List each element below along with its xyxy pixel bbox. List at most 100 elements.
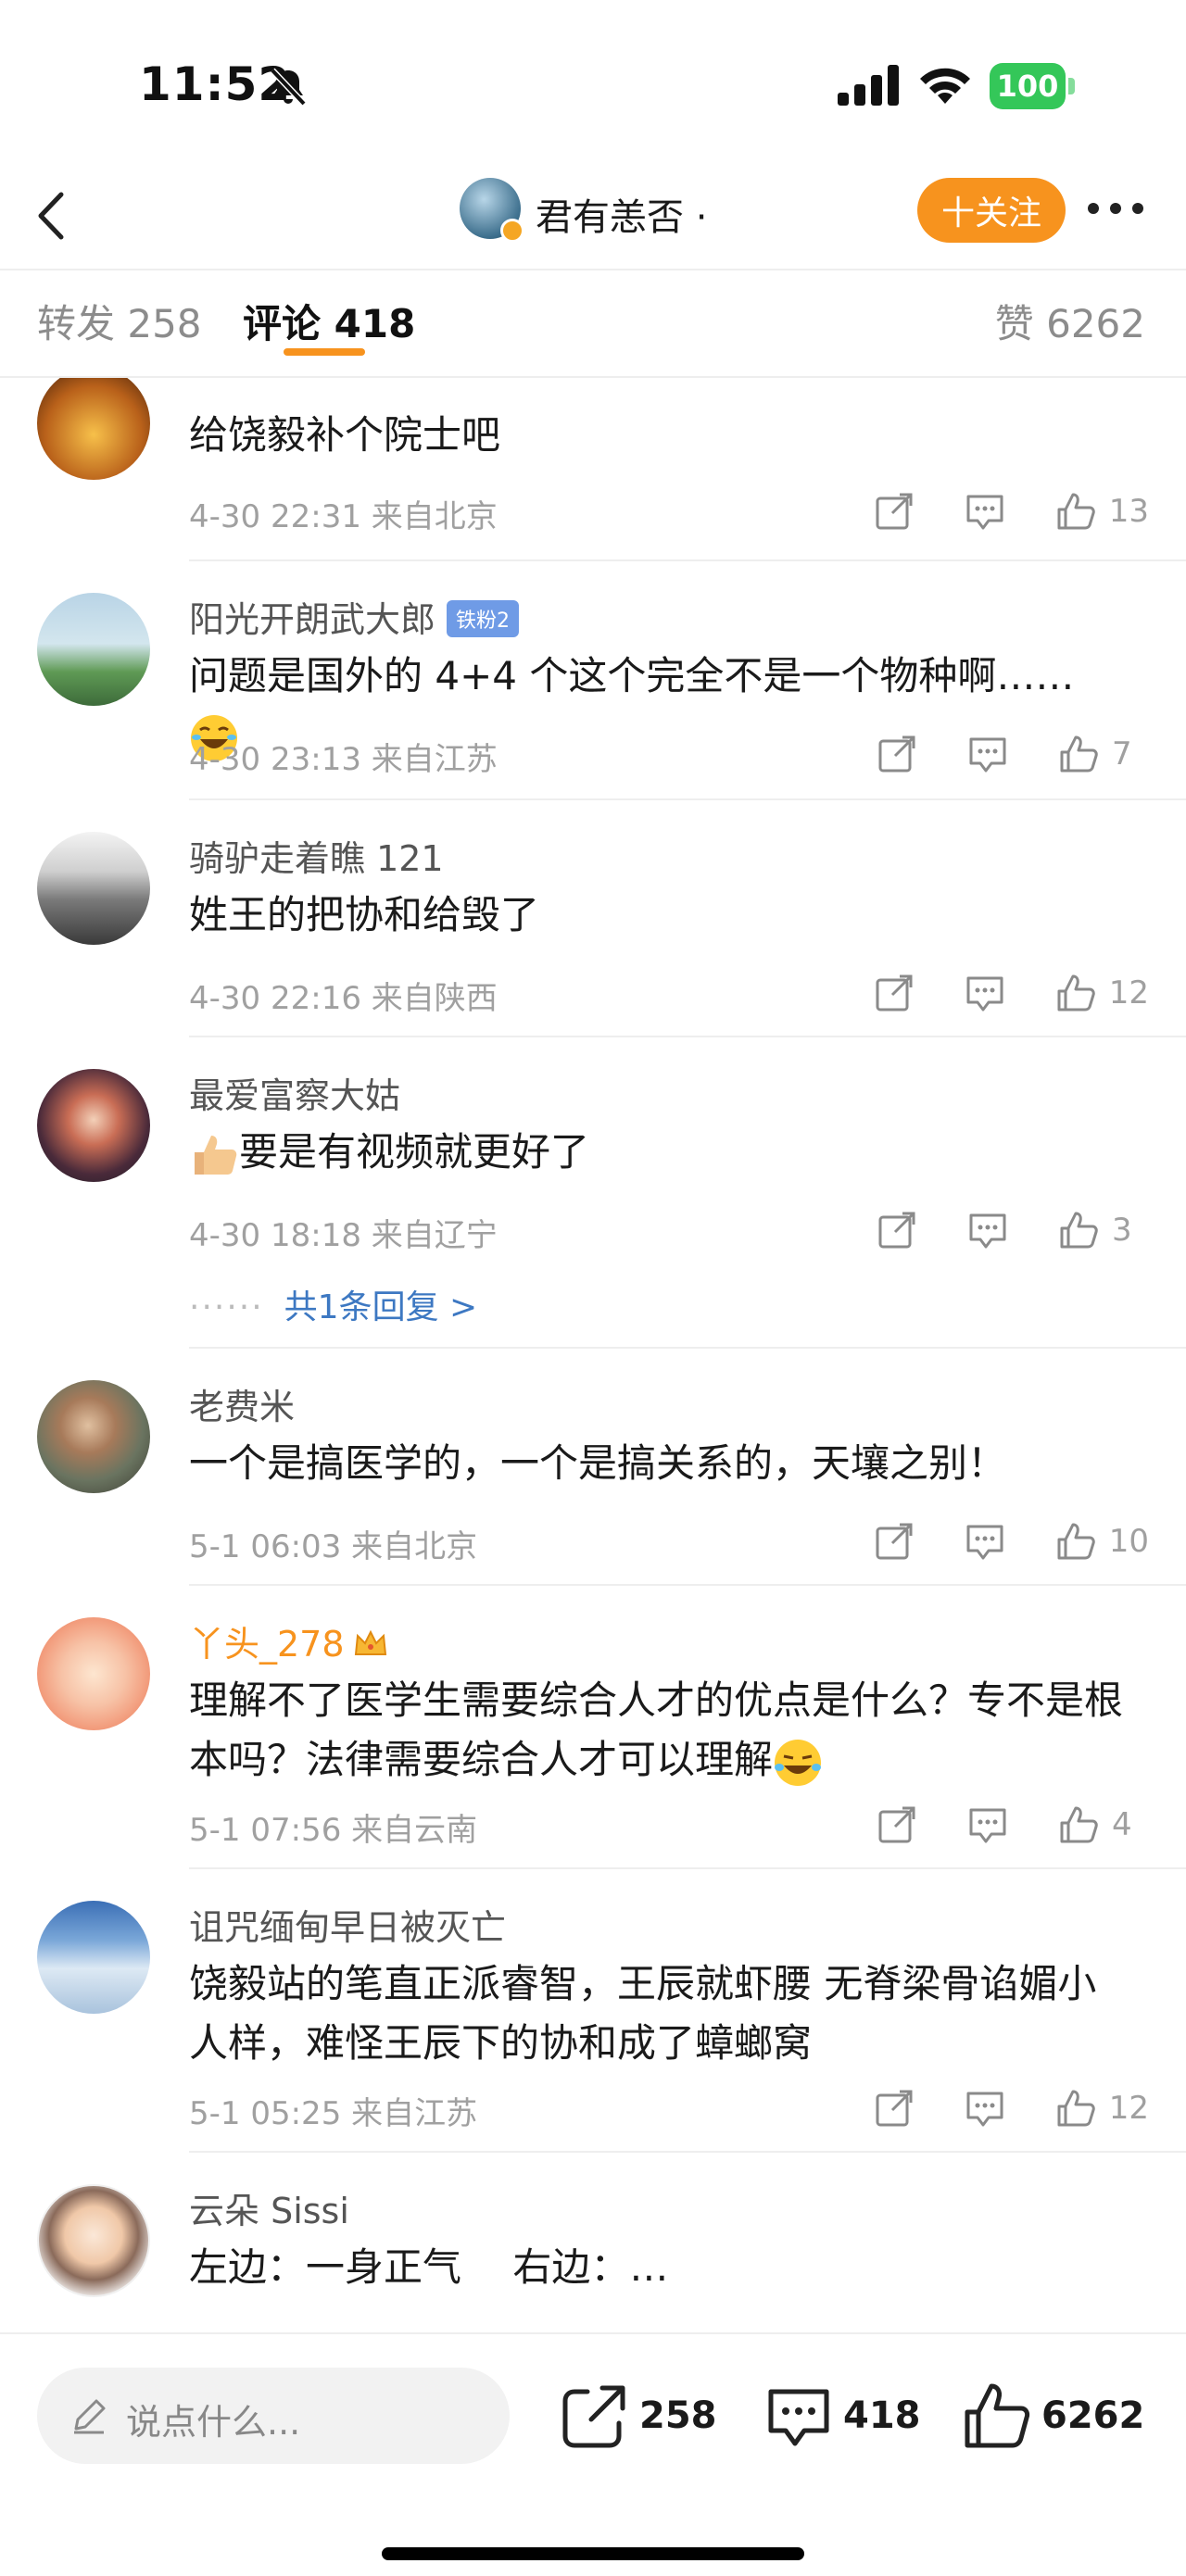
- tab-like[interactable]: 赞 6262: [995, 293, 1145, 349]
- comment-item: 诅咒缅甸早日被灭亡 饶毅站的笔直正派睿智，王辰就虾腰 无脊梁骨谄媚小人样，难怪王…: [0, 1869, 1186, 2153]
- comment-meta: 4-30 22:16 来自陕西: [189, 980, 498, 1017]
- home-indicator: [382, 2547, 804, 2560]
- reply-icon[interactable]: [967, 1210, 1008, 1250]
- share-icon[interactable]: [874, 973, 915, 1013]
- thumbs-up-icon[interactable]: [1058, 1210, 1099, 1250]
- like-count: 7: [1112, 735, 1132, 773]
- author-name[interactable]: 君有恙否 ·: [536, 187, 707, 241]
- thumbs-up-icon[interactable]: [1055, 491, 1096, 532]
- comment-text: 理解不了医学生需要综合人才的优点是什么？专不是根本吗？法律需要综合人才可以理解: [189, 1671, 1125, 1790]
- commenter-name[interactable]: 最爱富察大姑: [189, 1067, 400, 1118]
- comment-item: 丫头_278 理解不了医学生需要综合人才的优点是什么？专不是根本吗？法律需要综合…: [0, 1586, 1186, 1869]
- tab-repost[interactable]: 转发 258: [37, 293, 202, 349]
- share-icon[interactable]: [877, 734, 917, 774]
- comment-text: 饶毅站的笔直正派睿智，王辰就虾腰 无脊梁骨谄媚小人样，难怪王辰下的协和成了蟑螂窝: [189, 1961, 1097, 2066]
- comment-item: 老费米 一个是搞医学的，一个是搞关系的，天壤之别！ 5-1 06:03 来自北京…: [0, 1349, 1186, 1586]
- reply-icon[interactable]: [965, 491, 1005, 532]
- cellular-signal-icon: [838, 65, 899, 106]
- comment-text: 姓王的把协和给毁了: [189, 892, 540, 937]
- commenter-avatar[interactable]: [37, 1617, 150, 1730]
- comment-meta: 4-30 18:18 来自辽宁: [189, 1217, 498, 1254]
- thumbs-up-icon[interactable]: [1055, 2088, 1096, 2129]
- back-arrow-icon[interactable]: [28, 183, 74, 248]
- fan-badge: 铁粉2: [447, 599, 520, 637]
- comment-bubble-icon: [768, 2389, 829, 2446]
- laughing-crying-emoji-icon: [775, 1739, 822, 1786]
- commenter-name[interactable]: 丫头_278: [189, 1615, 389, 1666]
- more-options-icon[interactable]: [1084, 195, 1147, 222]
- bottom-action-bar: 说点什么... 258 418 6262: [0, 2332, 1186, 2576]
- commenter-name[interactable]: 老费米: [189, 1378, 295, 1429]
- comment-list[interactable]: 给饶毅补个院士吧 4-30 22:31 来自北京 13 阳光开朗武大郎 铁粉2 问…: [0, 378, 1186, 2332]
- wifi-icon: [920, 68, 970, 104]
- commenter-avatar[interactable]: [37, 2184, 150, 2297]
- comment-actions: 13: [874, 489, 1149, 534]
- commenter-name[interactable]: 骑驴走着瞧 121: [189, 830, 444, 881]
- share-icon[interactable]: [874, 2088, 915, 2129]
- reply-icon[interactable]: [965, 2088, 1005, 2129]
- like-count: 13: [1108, 493, 1149, 530]
- commenter-avatar[interactable]: [37, 1380, 150, 1493]
- comment-actions: 3: [877, 1208, 1149, 1252]
- verified-badge-icon: [500, 219, 524, 243]
- commenter-avatar[interactable]: [37, 1069, 150, 1182]
- commenter-avatar[interactable]: [37, 593, 150, 706]
- share-icon[interactable]: [877, 1210, 917, 1250]
- thumbs-up-icon[interactable]: [1055, 1521, 1096, 1562]
- comment-input[interactable]: 说点什么...: [37, 2368, 510, 2464]
- share-icon[interactable]: [877, 1804, 917, 1845]
- reply-icon[interactable]: [965, 1521, 1005, 1562]
- battery-indicator: 100: [990, 63, 1075, 109]
- comment-actions: 7: [877, 732, 1149, 776]
- comment-item: 骑驴走着瞧 121 姓王的把协和给毁了 4-30 22:16 来自陕西 12: [0, 800, 1186, 1037]
- thumbs-up-icon[interactable]: [1055, 973, 1096, 1013]
- nav-bar: 君有恙否 · 十关注: [0, 167, 1186, 270]
- like-count-total: 6262: [1041, 2394, 1145, 2437]
- repost-button[interactable]: 258: [560, 2381, 717, 2451]
- reply-icon[interactable]: [967, 734, 1008, 774]
- follow-button[interactable]: 十关注: [917, 178, 1066, 243]
- comment-text: 要是有视频就更好了: [189, 1123, 1125, 1182]
- comment-input-placeholder: 说点什么...: [126, 2402, 301, 2443]
- share-icon[interactable]: [874, 491, 915, 532]
- comment-item: 最爱富察大姑 要是有视频就更好了 4-30 18:18 来自辽宁 3 ·····…: [0, 1037, 1186, 1349]
- comment-button[interactable]: 418: [763, 2381, 921, 2451]
- comment-item: 给饶毅补个院士吧 4-30 22:31 来自北京 13: [0, 378, 1186, 563]
- reply-icon[interactable]: [967, 1804, 1008, 1845]
- comment-text: 一个是搞医学的，一个是搞关系的，天壤之别！: [189, 1440, 1007, 1486]
- view-replies-link[interactable]: ······ 共1条回复 >: [189, 1280, 477, 1328]
- comment-meta: 4-30 23:13 来自江苏: [189, 741, 498, 778]
- thumbs-up-icon[interactable]: [1058, 734, 1099, 774]
- commenter-avatar[interactable]: [37, 378, 150, 480]
- commenter-avatar[interactable]: [37, 832, 150, 945]
- commenter-name[interactable]: 云朵 Sissi: [189, 2182, 349, 2233]
- thumbs-up-icon[interactable]: [1058, 1804, 1099, 1845]
- battery-level: 100: [996, 69, 1059, 104]
- comment-count: 418: [843, 2394, 921, 2437]
- comment-text: 左边：一身正气 右边：…: [189, 2244, 669, 2290]
- commenter-name[interactable]: 诅咒缅甸早日被灭亡: [189, 1899, 506, 1950]
- reply-icon[interactable]: [965, 973, 1005, 1013]
- pencil-icon: [74, 2399, 106, 2434]
- like-count: 12: [1108, 974, 1149, 1012]
- comment-meta: 5-1 05:25 来自江苏: [189, 2095, 478, 2132]
- tab-comment[interactable]: 评论 418: [243, 293, 415, 349]
- commenter-name[interactable]: 阳光开朗武大郎 铁粉2: [189, 591, 520, 642]
- status-bar: 11:52 100: [0, 0, 1186, 167]
- comment-actions: 4: [877, 1803, 1149, 1847]
- comment-location: 来自北京: [371, 498, 498, 535]
- like-count: 10: [1108, 1523, 1149, 1560]
- comment-text: 给饶毅补个院士吧: [189, 412, 501, 458]
- repost-icon: [562, 2385, 625, 2448]
- repost-count: 258: [639, 2394, 717, 2437]
- comment-item: 阳光开朗武大郎 铁粉2 问题是国外的 4+4 个这个完全不是一个物种啊…… 4-3…: [0, 561, 1186, 800]
- commenter-avatar[interactable]: [37, 1901, 150, 2014]
- like-button[interactable]: 6262: [962, 2381, 1144, 2451]
- share-icon[interactable]: [874, 1521, 915, 1562]
- crown-badge-icon: [354, 1629, 386, 1655]
- like-count: 12: [1108, 2090, 1149, 2127]
- comment-item: 云朵 Sissi 左边：一身正气 右边：…: [0, 2153, 1186, 2332]
- tab-bar: 转发 258 评论 418 赞 6262: [0, 269, 1186, 378]
- comment-time: 4-30 22:31: [189, 498, 361, 535]
- bell-off-icon: [270, 68, 307, 107]
